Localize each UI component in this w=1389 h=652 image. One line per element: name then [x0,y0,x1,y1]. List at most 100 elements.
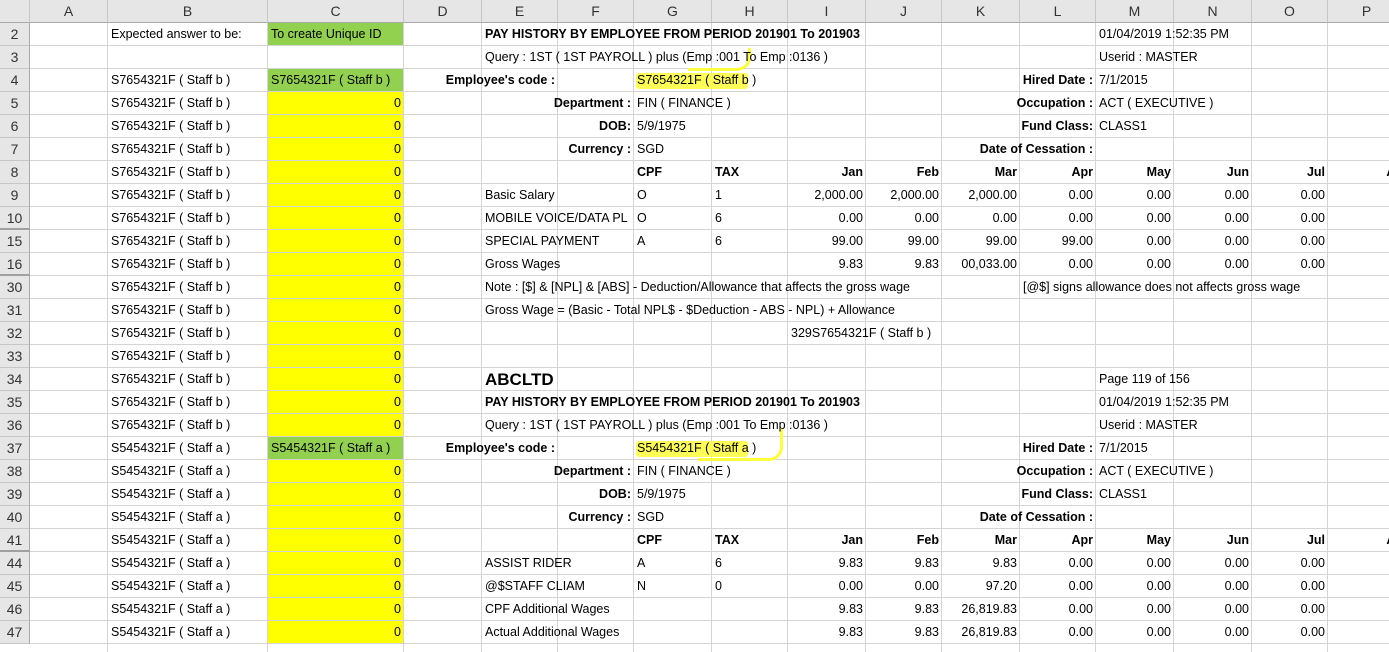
expected-answer-cell[interactable]: S7654321F ( Staff b ) [108,368,268,391]
expected-answer-cell[interactable]: S7654321F ( Staff b ) [108,161,268,184]
column-header-f[interactable]: F [558,0,634,23]
expected-answer-cell[interactable]: S7654321F ( Staff b ) [108,138,268,161]
unique-id-cell[interactable]: 0 [268,552,404,575]
pay-item-amount[interactable]: 99.00 [788,230,866,253]
column-header-m[interactable]: M [1096,0,1174,23]
employee-code-value[interactable]: S7654321F ( Staff b ) [634,69,866,92]
pay-item-name[interactable]: SPECIAL PAYMENT [482,230,634,253]
pay-table-header[interactable]: Mar [942,161,1020,184]
row-header-31[interactable]: 31 [0,299,30,322]
employee-code-value[interactable]: S5454321F ( Staff a ) [634,437,866,460]
pay-item-amount[interactable]: 0.00 [1174,253,1252,276]
pay-item-amount[interactable]: 99.00 [1020,230,1096,253]
column-header-c[interactable]: C [268,0,404,23]
pay-item-amount[interactable]: 0.00 [1174,621,1252,644]
pay-item-amount[interactable]: 0. [1328,575,1389,598]
unique-id-cell[interactable]: 0 [268,207,404,230]
pay-item-amount[interactable]: 0.00 [1174,230,1252,253]
pay-item-amount[interactable]: 9.83 [866,253,942,276]
expected-answer-cell[interactable]: S7654321F ( Staff b ) [108,184,268,207]
unique-id-cell[interactable]: 0 [268,92,404,115]
fund-class-label[interactable]: Fund Class: [942,483,1096,506]
report-userid[interactable]: Userid : MASTER [1096,414,1328,437]
date-of-cessation-label[interactable]: Date of Cessation : [866,506,1096,529]
pay-table-header[interactable]: Jan [788,161,866,184]
column-header-n[interactable]: N [1174,0,1252,23]
pay-item-amount[interactable]: 99.00 [942,230,1020,253]
currency-value[interactable]: SGD [634,506,712,529]
expected-answer-cell[interactable]: S5454321F ( Staff a ) [108,621,268,644]
report-query[interactable]: Query : 1ST ( 1ST PAYROLL ) plus (Emp :0… [482,414,1020,437]
pay-table-header[interactable]: Au [1328,161,1389,184]
pay-item-amount[interactable]: 9.83 [788,253,866,276]
pay-table-header[interactable]: CPF [634,529,712,552]
employee-code-label[interactable]: Employee's code : [404,437,558,460]
pay-item-amount[interactable]: 0.00 [1020,552,1096,575]
fund-class-value[interactable]: CLASS1 [1096,483,1174,506]
pay-item-name[interactable]: MOBILE VOICE/DATA PL [482,207,634,230]
pay-item-amount[interactable]: 0. [1328,598,1389,621]
pay-item-amount[interactable]: 0.00 [1252,207,1328,230]
occupation-label[interactable]: Occupation : [942,460,1096,483]
unique-id-cell[interactable]: 0 [268,391,404,414]
unique-id-cell[interactable]: 0 [268,529,404,552]
row-header-15[interactable]: 15 [0,230,30,253]
department-value[interactable]: FIN ( FINANCE ) [634,460,866,483]
pay-item-amount[interactable]: 0.00 [1174,575,1252,598]
pay-item-name[interactable]: Actual Additional Wages [482,621,634,644]
pay-item-name[interactable]: ASSIST RIDER [482,552,634,575]
pay-item-tax[interactable]: 6 [712,552,788,575]
column-header-l[interactable]: L [1020,0,1096,23]
column-header-a[interactable]: A [30,0,108,23]
pay-item-amount[interactable]: 0.00 [1096,598,1174,621]
pay-item-tax[interactable]: 6 [712,230,788,253]
pay-item-amount[interactable]: 9.83 [942,552,1020,575]
unique-id-cell[interactable]: 0 [268,115,404,138]
row-header-37[interactable]: 37 [0,437,30,460]
date-of-cessation-label[interactable]: Date of Cessation : [866,138,1096,161]
pay-table-header[interactable]: Jul [1252,161,1328,184]
employee-code-label[interactable]: Employee's code : [404,69,558,92]
pay-table-header[interactable]: Jan [788,529,866,552]
pay-table-header[interactable]: Feb [866,161,942,184]
pay-item-cpf[interactable]: O [634,207,712,230]
spreadsheet-grid[interactable]: A B C D E F G H I J K L M N O P 2 3 4 5 6 7 8 9 10 15 16 30 31 32 33 34… [0,0,1389,652]
row-header-9[interactable]: 9 [0,184,30,207]
pay-item-amount[interactable]: 2,000.00 [788,184,866,207]
currency-label[interactable]: Currency : [482,138,634,161]
pay-item-amount[interactable]: 0.00 [1174,552,1252,575]
unique-id-cell[interactable]: 0 [268,414,404,437]
hired-date-label[interactable]: Hired Date : [942,437,1096,460]
pay-table-header[interactable]: Apr [1020,529,1096,552]
column-header-g[interactable]: G [634,0,712,23]
expected-answer-cell[interactable]: S5454321F ( Staff a ) [108,437,268,460]
currency-value[interactable]: SGD [634,138,712,161]
pay-item-tax[interactable]: 6 [712,207,788,230]
row-header-46[interactable]: 46 [0,598,30,621]
expected-answer-cell[interactable]: S7654321F ( Staff b ) [108,230,268,253]
expected-answer-cell[interactable]: S7654321F ( Staff b ) [108,253,268,276]
pay-item-amount[interactable]: 0.00 [1252,552,1328,575]
pay-item-name[interactable]: @$STAFF CLIAM [482,575,634,598]
pay-item-name[interactable]: Gross Wages [482,253,634,276]
unique-id-cell[interactable]: 0 [268,460,404,483]
pay-item-amount[interactable]: 0.00 [1252,253,1328,276]
report-title[interactable]: PAY HISTORY BY EMPLOYEE FROM PERIOD 2019… [482,23,1020,46]
row-header-7[interactable]: 7 [0,138,30,161]
pay-item-amount[interactable]: 0.00 [1252,575,1328,598]
pay-table-header[interactable]: Jul [1252,529,1328,552]
pay-item-amount[interactable]: 0.00 [1252,598,1328,621]
row-header-8[interactable]: 8 [0,161,30,184]
report-page-number[interactable]: Page 119 of 156 [1096,368,1328,391]
pay-item-amount[interactable]: 0.00 [1096,575,1174,598]
unique-id-cell[interactable]: 0 [268,598,404,621]
column-header-k[interactable]: K [942,0,1020,23]
pay-item-amount[interactable]: 0.00 [788,207,866,230]
pay-item-amount[interactable]: 0.00 [1174,207,1252,230]
pay-item-tax[interactable]: 0 [712,575,788,598]
pay-item-amount[interactable]: 0.00 [1096,552,1174,575]
pay-item-amount[interactable]: 9.83 [788,598,866,621]
pay-item-cpf[interactable]: N [634,575,712,598]
row-header-32[interactable]: 32 [0,322,30,345]
pay-item-amount[interactable]: 26,819.83 [942,621,1020,644]
